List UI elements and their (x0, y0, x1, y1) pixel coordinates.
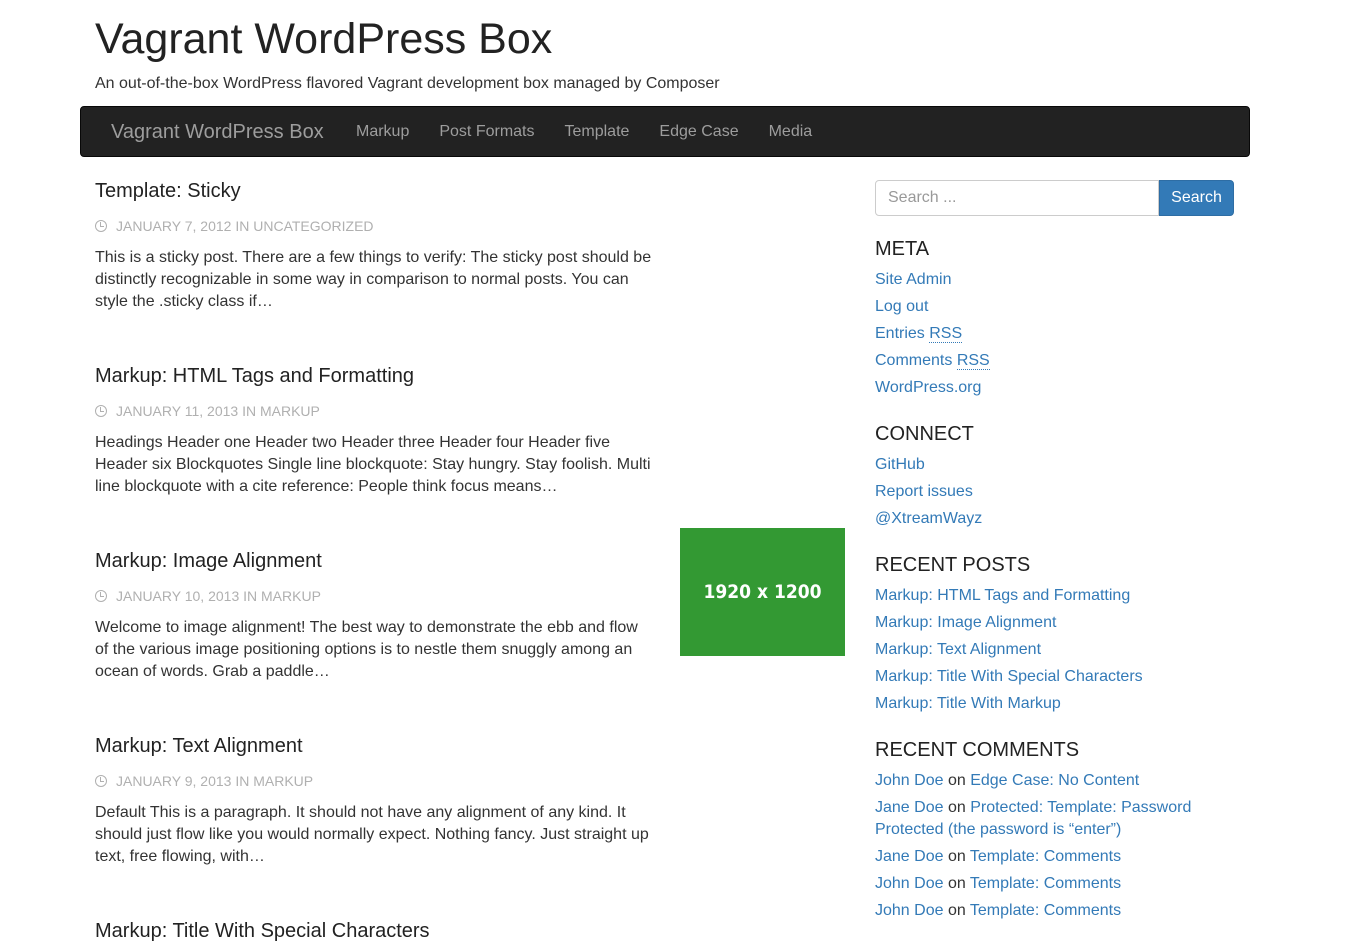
post-category[interactable]: UNCATEGORIZED (253, 217, 373, 235)
recent-post-link[interactable]: Markup: Title With Special Characters (875, 668, 1143, 685)
post-entry: Markup: Title With Special Characters (95, 919, 655, 943)
post-meta-in: IN (242, 403, 257, 419)
recent-posts-widget: RECENT POSTS Markup: HTML Tags and Forma… (875, 553, 1235, 720)
comments-rss-link[interactable]: Comments RSS (875, 352, 990, 370)
post-date[interactable]: JANUARY 7, 2012 (116, 217, 231, 235)
entries-rss-link[interactable]: Entries RSS (875, 325, 963, 343)
comment-author-link[interactable]: Jane Doe (875, 799, 944, 816)
twitter-link[interactable]: @XtreamWayz (875, 510, 982, 527)
post-date[interactable]: JANUARY 10, 2013 (116, 587, 239, 605)
post-date[interactable]: JANUARY 11, 2013 (116, 402, 238, 420)
post-title[interactable]: Markup: HTML Tags and Formatting (95, 364, 655, 388)
comment-on-text: on (947, 799, 966, 816)
nav-menu: Markup Post Formats Template Edge Case M… (341, 107, 827, 157)
nav-item-edge-case[interactable]: Edge Case (644, 107, 753, 157)
widget-title: RECENT POSTS (875, 554, 1031, 576)
comments-rss-label: Comments (875, 352, 953, 369)
recent-post-link[interactable]: Markup: Text Alignment (875, 641, 1041, 658)
rss-abbr: RSS (956, 352, 990, 370)
recent-post-link[interactable]: Markup: Image Alignment (875, 614, 1056, 631)
post-excerpt: Welcome to image alignment! The best way… (95, 619, 638, 680)
nav-item-template[interactable]: Template (550, 107, 645, 157)
post-entry: Markup: Image Alignment JANUARY 10, 2013… (95, 549, 655, 683)
recent-post-link[interactable]: Markup: HTML Tags and Formatting (875, 587, 1130, 604)
post-excerpt: Default This is a paragraph. It should n… (95, 804, 649, 865)
recent-comment-item: Jane Doe on Protected: Template: Passwor… (875, 797, 1215, 841)
wordpress-org-link[interactable]: WordPress.org (875, 379, 981, 396)
post-entry: Markup: HTML Tags and Formatting JANUARY… (95, 364, 655, 498)
recent-comment-item: Jane Doe on Template: Comments (875, 846, 1215, 868)
rss-abbr: RSS (929, 325, 963, 343)
comment-post-link[interactable]: Template: Comments (970, 875, 1121, 892)
site-admin-link[interactable]: Site Admin (875, 271, 951, 288)
post-meta-in: IN (235, 218, 250, 234)
post-entry: Markup: Text Alignment JANUARY 9, 2013 I… (95, 734, 655, 868)
site-title[interactable]: Vagrant WordPress Box (95, 14, 552, 64)
entries-rss-label: Entries (875, 325, 925, 342)
search-form: Search (875, 180, 1234, 216)
post-meta: JANUARY 10, 2013 IN MARKUP (95, 587, 655, 605)
search-input[interactable] (875, 180, 1159, 216)
nav-item-media[interactable]: Media (754, 107, 828, 157)
post-category[interactable]: MARKUP (260, 402, 320, 420)
comment-on-text: on (947, 902, 966, 919)
post-meta: JANUARY 11, 2013 IN MARKUP (95, 402, 655, 420)
comment-on-text: on (947, 848, 966, 865)
comment-on-text: on (947, 875, 966, 892)
nav-item-markup[interactable]: Markup (341, 107, 424, 157)
comment-post-link[interactable]: Template: Comments (970, 902, 1121, 919)
main-navbar: Vagrant WordPress Box Markup Post Format… (80, 106, 1250, 157)
site-description: An out-of-the-box WordPress flavored Vag… (95, 75, 720, 92)
comment-author-link[interactable]: John Doe (875, 772, 944, 789)
recent-comment-item: John Doe on Template: Comments (875, 873, 1215, 895)
post-entry: Template: Sticky JANUARY 7, 2012 IN UNCA… (95, 179, 655, 313)
nav-item-post-formats[interactable]: Post Formats (424, 107, 549, 157)
post-title[interactable]: Markup: Text Alignment (95, 734, 655, 758)
comment-post-link[interactable]: Edge Case: No Content (970, 772, 1139, 789)
widget-title: RECENT COMMENTS (875, 739, 1080, 761)
recent-comment-item: John Doe on Edge Case: No Content (875, 770, 1215, 792)
navbar-brand[interactable]: Vagrant WordPress Box (111, 107, 324, 157)
github-link[interactable]: GitHub (875, 456, 925, 473)
recent-post-link[interactable]: Markup: Title With Markup (875, 695, 1061, 712)
post-thumbnail[interactable]: 1920 x 1200 (680, 528, 845, 656)
comment-post-link[interactable]: Template: Comments (970, 848, 1121, 865)
post-excerpt: Headings Header one Header two Header th… (95, 434, 651, 495)
recent-comments-widget: RECENT COMMENTS John Doe on Edge Case: N… (875, 738, 1215, 927)
search-button[interactable]: Search (1159, 180, 1234, 216)
widget-title: META (875, 238, 930, 260)
post-meta: JANUARY 9, 2013 IN MARKUP (95, 772, 655, 790)
widget-title: CONNECT (875, 423, 974, 445)
clock-icon (95, 405, 107, 417)
post-category[interactable]: MARKUP (253, 772, 313, 790)
clock-icon (95, 220, 107, 232)
post-category[interactable]: MARKUP (261, 587, 321, 605)
post-meta: JANUARY 7, 2012 IN UNCATEGORIZED (95, 217, 655, 235)
recent-comment-item: John Doe on Template: Comments (875, 900, 1215, 922)
clock-icon (95, 590, 107, 602)
log-out-link[interactable]: Log out (875, 298, 928, 315)
connect-widget: CONNECT GitHub Report issues @XtreamWayz (875, 422, 1235, 535)
comment-author-link[interactable]: John Doe (875, 875, 944, 892)
post-meta-in: IN (235, 773, 250, 789)
post-meta-in: IN (243, 588, 258, 604)
comment-on-text: on (947, 772, 966, 789)
post-title[interactable]: Markup: Title With Special Characters (95, 919, 655, 943)
clock-icon (95, 775, 107, 787)
meta-widget: META Site Admin Log out Entries RSS Comm… (875, 237, 1235, 404)
post-title[interactable]: Markup: Image Alignment (95, 549, 655, 573)
post-title[interactable]: Template: Sticky (95, 179, 655, 203)
post-date[interactable]: JANUARY 9, 2013 (116, 772, 231, 790)
comment-author-link[interactable]: Jane Doe (875, 848, 944, 865)
comment-author-link[interactable]: John Doe (875, 902, 944, 919)
report-issues-link[interactable]: Report issues (875, 483, 973, 500)
post-excerpt: This is a sticky post. There are a few t… (95, 249, 652, 310)
